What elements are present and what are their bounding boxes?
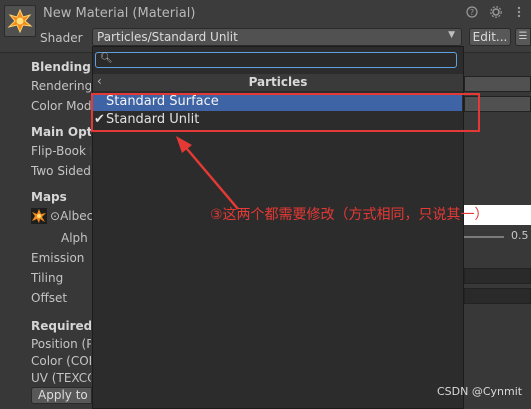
alpha-label: Alph xyxy=(61,231,88,245)
offset-label: Offset xyxy=(31,291,68,305)
rendering-mode-label: Rendering xyxy=(31,79,91,93)
albedo-label-group: ⊙Albec xyxy=(50,208,92,224)
required-streams-header: Required xyxy=(31,319,91,333)
emission-label: Emission xyxy=(31,251,85,265)
material-title: New Material (Material) xyxy=(43,6,196,21)
popup-category-title: Particles xyxy=(248,75,308,89)
list-icon[interactable]: ☰ xyxy=(515,28,531,46)
albedo-picker-icon[interactable]: ⊙ xyxy=(50,209,60,223)
tiling-field[interactable] xyxy=(464,268,531,284)
blending-options-header: Blending xyxy=(31,60,91,74)
position-stream-label: Position (P xyxy=(31,337,91,351)
flip-book-label: Flip-Book I xyxy=(31,144,91,158)
two-sided-label: Two Sided xyxy=(31,164,91,178)
shader-search-input[interactable]: 🔍︎ xyxy=(95,52,457,68)
search-icon: 🔍︎ xyxy=(100,53,113,64)
help-icon[interactable]: ? xyxy=(466,6,478,18)
material-icon xyxy=(4,5,36,37)
albedo-texture-icon xyxy=(32,209,46,223)
annotation-highlight-box xyxy=(91,93,480,132)
tiling-label: Tiling xyxy=(31,271,64,285)
popup-category-header: ‹ Particles xyxy=(93,74,463,91)
alpha-value[interactable]: 0.5 xyxy=(511,229,529,242)
svg-text:?: ? xyxy=(470,8,474,17)
albedo-texture-slot[interactable] xyxy=(31,208,47,224)
material-preview-icon xyxy=(7,8,33,34)
shader-dropdown[interactable]: Particles/Standard Unlit ▼ xyxy=(92,28,462,46)
color-mode-label: Color Mod xyxy=(31,99,91,113)
menu-icon[interactable] xyxy=(513,6,525,18)
watermark: CSDN @Cynmit xyxy=(437,385,523,398)
maps-header: Maps xyxy=(31,190,67,204)
apply-to-systems-button[interactable]: Apply to S xyxy=(31,387,92,404)
dropdown-arrow-icon: ▼ xyxy=(448,30,455,40)
uv-stream-label: UV (TEXCO xyxy=(31,371,91,385)
edit-shader-button[interactable]: Edit... xyxy=(469,28,511,46)
alpha-slider-track[interactable] xyxy=(464,236,504,238)
color-stream-label: Color (COL xyxy=(31,354,91,368)
rendering-mode-dropdown[interactable] xyxy=(464,76,531,92)
annotation-text: ③这两个都需要修改（方式相同，只说其一） xyxy=(210,207,489,223)
albedo-label: Albec xyxy=(60,209,92,223)
main-options-header: Main Opti xyxy=(31,125,91,139)
settings-icon[interactable] xyxy=(490,6,502,18)
shader-label: Shader xyxy=(40,31,83,45)
offset-field[interactable] xyxy=(464,288,531,304)
shader-value: Particles/Standard Unlit xyxy=(97,30,238,44)
